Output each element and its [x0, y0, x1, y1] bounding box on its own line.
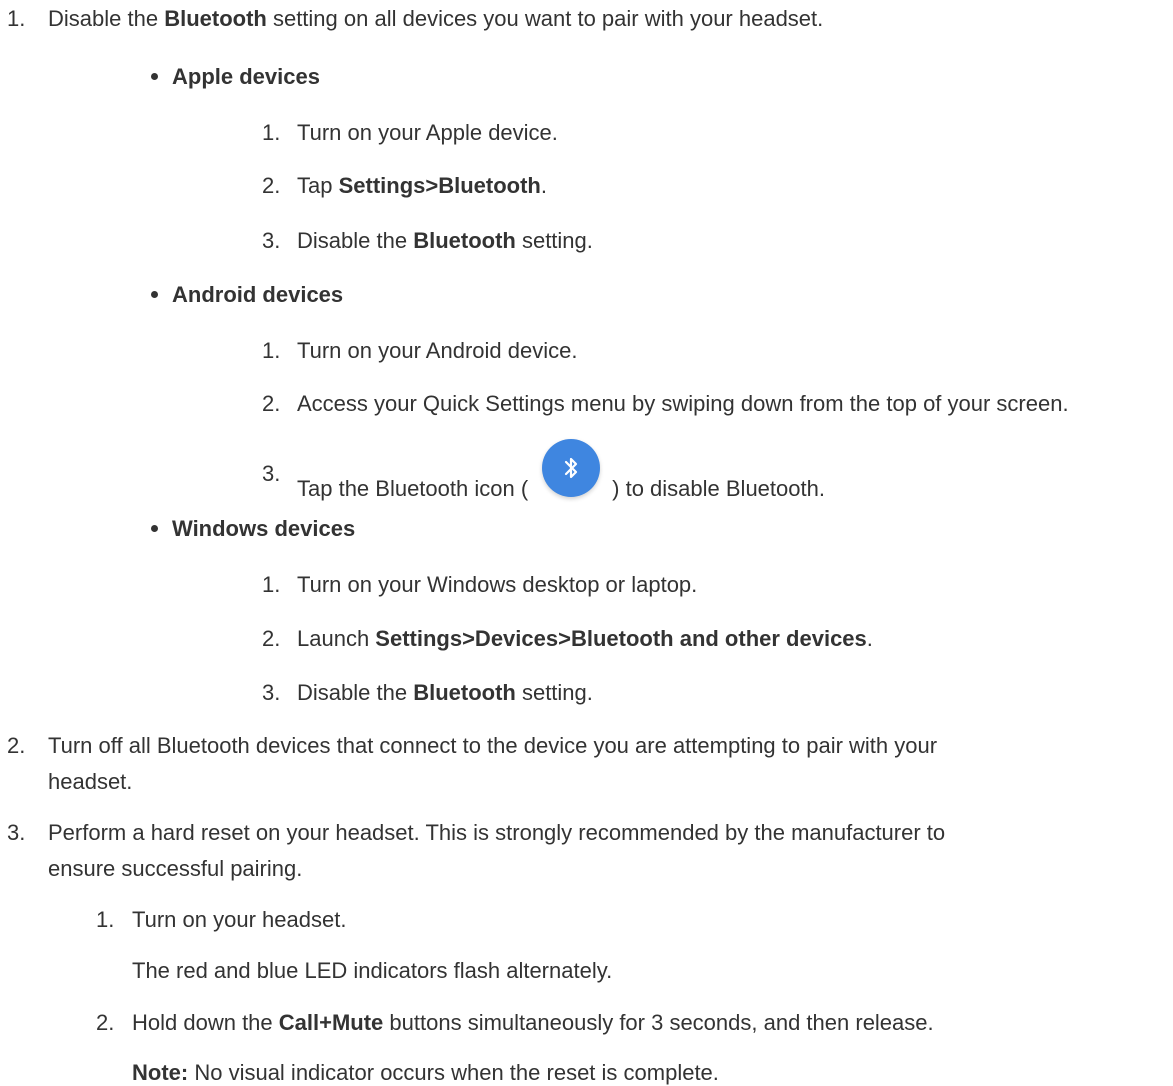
text: Disable the — [48, 6, 165, 31]
step-number: 1. — [262, 338, 281, 363]
apple-step-1: Turn on your Apple device. — [297, 120, 558, 145]
step-number: 1. — [96, 907, 115, 932]
android-devices-heading: Android devices — [172, 282, 344, 307]
step-number: 2. — [7, 733, 26, 758]
windows-step-1: Turn on your Windows desktop or laptop. — [297, 572, 698, 597]
step-3-line-2: ensure successful pairing. — [48, 856, 303, 881]
step-2-line-1: Turn off all Bluetooth devices that conn… — [48, 733, 938, 758]
android-step-3: Tap the Bluetooth icon () to disable Blu… — [297, 439, 825, 519]
apple-step-2: Tap Settings>Bluetooth. — [297, 173, 547, 198]
step-number: 3. — [262, 461, 281, 486]
android-step-2: Access your Quick Settings menu by swipi… — [297, 391, 1069, 416]
step-3-line-1: Perform a hard reset on your headset. Th… — [48, 820, 946, 845]
windows-step-2: Launch Settings>Devices>Bluetooth and ot… — [297, 626, 873, 651]
bullet — [151, 291, 158, 298]
bluetooth-glyph — [565, 457, 578, 479]
bullet — [151, 73, 158, 80]
bold-text: Bluetooth — [164, 6, 267, 31]
text: setting on all devices you want to pair … — [266, 6, 824, 31]
windows-devices-heading: Windows devices — [172, 516, 356, 541]
step-number: 3. — [262, 228, 281, 253]
reset-step-1: Turn on your headset. — [132, 907, 347, 932]
bluetooth-icon — [542, 439, 601, 497]
reset-step-1-result: The red and blue LED indicators flash al… — [132, 958, 613, 983]
android-step-1: Turn on your Android device. — [297, 338, 578, 363]
step-number: 3. — [262, 680, 281, 705]
step-1-text: Disable the Bluetooth setting on all dev… — [48, 6, 823, 32]
windows-step-3: Disable the Bluetooth setting. — [297, 680, 593, 705]
step-number: 1. — [262, 572, 281, 597]
step-number: 2. — [96, 1010, 115, 1035]
reset-step-2: Hold down the Call+Mute buttons simultan… — [132, 1010, 934, 1035]
note-text: No visual indicator occurs when the rese… — [188, 1060, 719, 1085]
apple-devices-heading: Apple devices — [172, 64, 320, 89]
note-label: Note: — [132, 1060, 189, 1085]
step-number: 2. — [262, 626, 281, 651]
step-number: 2. — [262, 173, 281, 198]
step-2-line-2: headset. — [48, 769, 133, 794]
reset-note: Note: No visual indicator occurs when th… — [132, 1060, 719, 1086]
apple-step-3: Disable the Bluetooth setting. — [297, 228, 593, 253]
bullet — [151, 525, 158, 532]
step-number: 2. — [262, 391, 281, 416]
step-number: 3. — [7, 820, 26, 845]
step-number: 1. — [7, 6, 26, 31]
step-number: 1. — [262, 120, 281, 145]
